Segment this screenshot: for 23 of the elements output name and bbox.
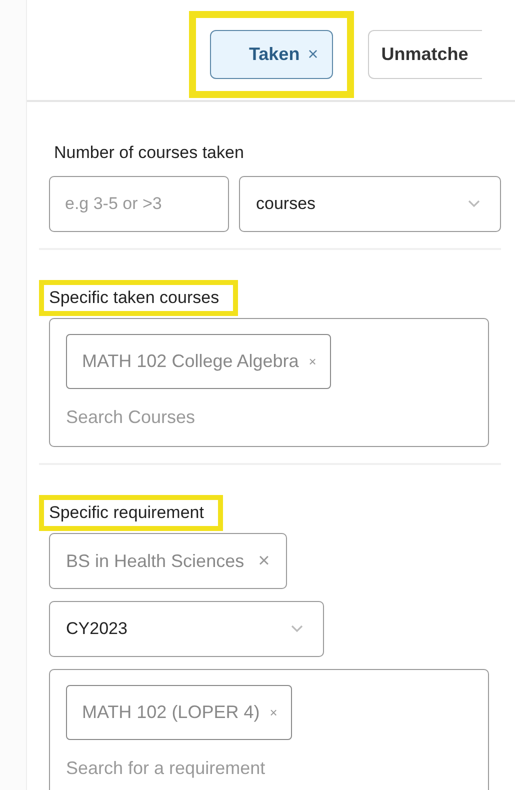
- tag-label: MATH 102 College Algebra: [82, 351, 299, 372]
- remove-icon[interactable]: ×: [258, 550, 270, 572]
- chevron-down-icon: [468, 200, 480, 208]
- select-dropdown[interactable]: CY2023: [49, 601, 324, 657]
- section-label: Specific requirement: [39, 495, 223, 531]
- select-dropdown[interactable]: courses: [239, 176, 501, 232]
- select-value: CY2023: [66, 619, 128, 639]
- filter-tab[interactable]: Unmatche: [368, 30, 482, 78]
- range-input-field[interactable]: e.g 3-5 or >3: [49, 176, 229, 232]
- program-tag[interactable]: BS in Health Sciences ×: [49, 533, 287, 589]
- tag-search-field[interactable]: MATH 102 College Algebra × Search Courses: [49, 318, 489, 447]
- section-label: Specific taken courses: [39, 280, 238, 316]
- tag-label: MATH 102 (LOPER 4): [82, 702, 260, 723]
- remove-icon[interactable]: ×: [308, 354, 316, 369]
- section-label: Number of courses taken: [53, 142, 245, 164]
- remove-icon[interactable]: ×: [270, 705, 278, 720]
- tag-chip[interactable]: MATH 102 (LOPER 4) ×: [66, 685, 292, 740]
- select-value: courses: [256, 194, 316, 214]
- tag-label: BS in Health Sciences: [66, 550, 244, 572]
- tag-chip[interactable]: MATH 102 College Algebra ×: [66, 334, 332, 389]
- chevron-down-icon: [291, 625, 303, 633]
- filter-tab[interactable]: Taken ×: [210, 30, 334, 78]
- tag-search-field[interactable]: MATH 102 (LOPER 4) × Search for a requirement: [49, 669, 489, 790]
